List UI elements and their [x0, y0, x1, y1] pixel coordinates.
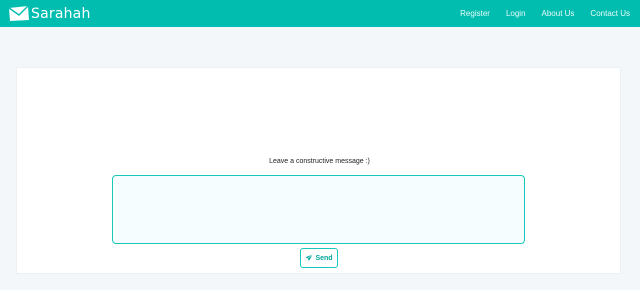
- nav-links: Register Login About Us Contact Us: [444, 0, 630, 27]
- brand-name: Sarahah: [31, 5, 91, 22]
- nav-contact-link[interactable]: Contact Us: [590, 9, 630, 18]
- envelope-icon: [8, 5, 29, 21]
- message-input[interactable]: [112, 175, 525, 244]
- message-card: Leave a constructive message :) Send: [16, 67, 621, 274]
- send-button-label: Send: [315, 254, 333, 262]
- message-prompt: Leave a constructive message :): [269, 158, 370, 165]
- send-button[interactable]: Send: [300, 248, 338, 268]
- paper-plane-icon: [305, 254, 314, 262]
- top-navbar: Sarahah Register Login About Us Contact …: [0, 0, 640, 27]
- nav-register-link[interactable]: Register: [460, 9, 490, 18]
- nav-login-link[interactable]: Login: [506, 9, 526, 18]
- nav-about-link[interactable]: About Us: [542, 9, 575, 18]
- brand-link[interactable]: Sarahah: [8, 4, 91, 23]
